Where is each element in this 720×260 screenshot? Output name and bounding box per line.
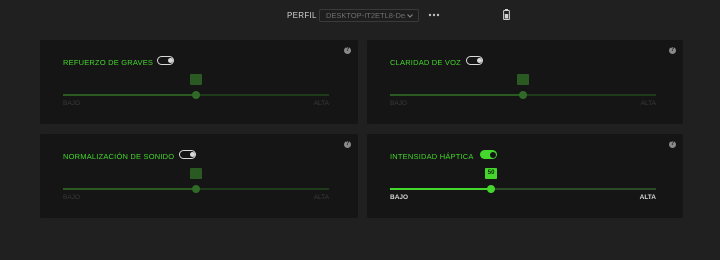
- help-icon[interactable]: ?: [669, 47, 676, 54]
- slider-low-label: BAJO: [63, 100, 80, 107]
- card-title: CLARIDAD DE VOZ: [390, 58, 461, 67]
- slider-high-label: ALTA: [640, 100, 656, 107]
- slider-fill: [63, 188, 196, 190]
- help-icon[interactable]: ?: [669, 141, 676, 148]
- voice-clarity-toggle[interactable]: [466, 56, 483, 65]
- card-title: REFUERZO DE GRAVES: [63, 58, 154, 67]
- bass-boost-toggle[interactable]: [157, 56, 174, 65]
- card-sound-normalization: NORMALIZACIÓN DE SONIDO ? BAJO ALTA: [40, 134, 358, 218]
- help-icon[interactable]: ?: [344, 141, 351, 148]
- slider-value-bubble: [517, 74, 529, 85]
- card-voice-clarity: CLARIDAD DE VOZ ? BAJO ALTA: [367, 40, 683, 124]
- slider-low-label: BAJO: [390, 100, 407, 107]
- sound-normalization-toggle[interactable]: [179, 150, 196, 159]
- slider-high-label: ALTA: [313, 194, 329, 201]
- haptic-intensity-slider[interactable]: 50 BAJO ALTA: [390, 168, 656, 206]
- slider-thumb[interactable]: [192, 91, 200, 99]
- profile-dropdown[interactable]: DESKTOP-IT2ETL8-De...: [319, 9, 419, 22]
- sound-normalization-slider[interactable]: BAJO ALTA: [63, 168, 329, 206]
- profile-label: PERFIL: [287, 11, 317, 20]
- slider-fill: [390, 94, 523, 96]
- haptic-intensity-toggle[interactable]: [480, 150, 497, 159]
- toggle-knob: [489, 151, 496, 158]
- card-title: NORMALIZACIÓN DE SONIDO: [63, 152, 175, 161]
- slider-thumb[interactable]: [519, 91, 527, 99]
- battery-icon: [503, 9, 510, 20]
- profile-dropdown-value: DESKTOP-IT2ETL8-De...: [326, 11, 406, 20]
- help-icon[interactable]: ?: [344, 47, 351, 54]
- top-bar: PERFIL DESKTOP-IT2ETL8-De...: [0, 0, 720, 34]
- card-bass-boost: REFUERZO DE GRAVES ? BAJO ALTA: [40, 40, 358, 124]
- slider-high-label: ALTA: [313, 100, 329, 107]
- slider-high-label: ALTA: [639, 194, 656, 201]
- slider-value-bubble: [190, 74, 202, 85]
- slider-low-label: BAJO: [63, 194, 80, 201]
- slider-thumb[interactable]: [487, 185, 496, 193]
- card-title: INTENSIDAD HÁPTICA: [390, 152, 474, 161]
- more-horizontal-icon[interactable]: [428, 12, 440, 18]
- slider-low-label: BAJO: [390, 194, 409, 201]
- slider-fill: [390, 188, 492, 190]
- toggle-knob: [167, 57, 173, 63]
- bass-boost-slider[interactable]: BAJO ALTA: [63, 74, 329, 112]
- slider-value-bubble: 50: [485, 168, 498, 179]
- slider-value-bubble: [190, 168, 202, 179]
- voice-clarity-slider[interactable]: BAJO ALTA: [390, 74, 656, 112]
- toggle-knob: [476, 57, 482, 63]
- slider-thumb[interactable]: [192, 185, 200, 193]
- card-haptic-intensity: INTENSIDAD HÁPTICA ? 50 BAJO ALTA: [367, 134, 683, 218]
- toggle-knob: [189, 151, 195, 157]
- slider-fill: [63, 94, 196, 96]
- chevron-down-icon: [407, 14, 413, 18]
